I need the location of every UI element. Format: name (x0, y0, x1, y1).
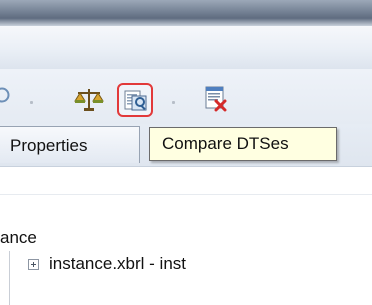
tooltip-text: Compare DTSes (162, 134, 289, 153)
toolbar-separator (30, 101, 33, 104)
toolbar (0, 69, 372, 124)
tab-properties-label: Properties (10, 136, 88, 155)
scales-icon[interactable] (74, 87, 104, 113)
tooltip: Compare DTSes (149, 127, 337, 161)
toolbar-separator (172, 101, 175, 104)
expand-icon[interactable] (28, 259, 39, 270)
tree-item-instance[interactable]: instance.xbrl - inst (49, 254, 186, 274)
window-title-bar (0, 0, 372, 26)
compare-dtses-icon (124, 90, 147, 111)
compare-dtses-button[interactable] (117, 83, 153, 117)
delete-list-icon[interactable] (205, 86, 227, 112)
tree-guide-line (9, 251, 10, 305)
tree-root-label[interactable]: ance (0, 228, 37, 248)
header-band (0, 26, 372, 69)
divider (0, 194, 372, 195)
tab-properties[interactable]: Properties (0, 126, 140, 163)
search-icon[interactable] (0, 87, 16, 107)
